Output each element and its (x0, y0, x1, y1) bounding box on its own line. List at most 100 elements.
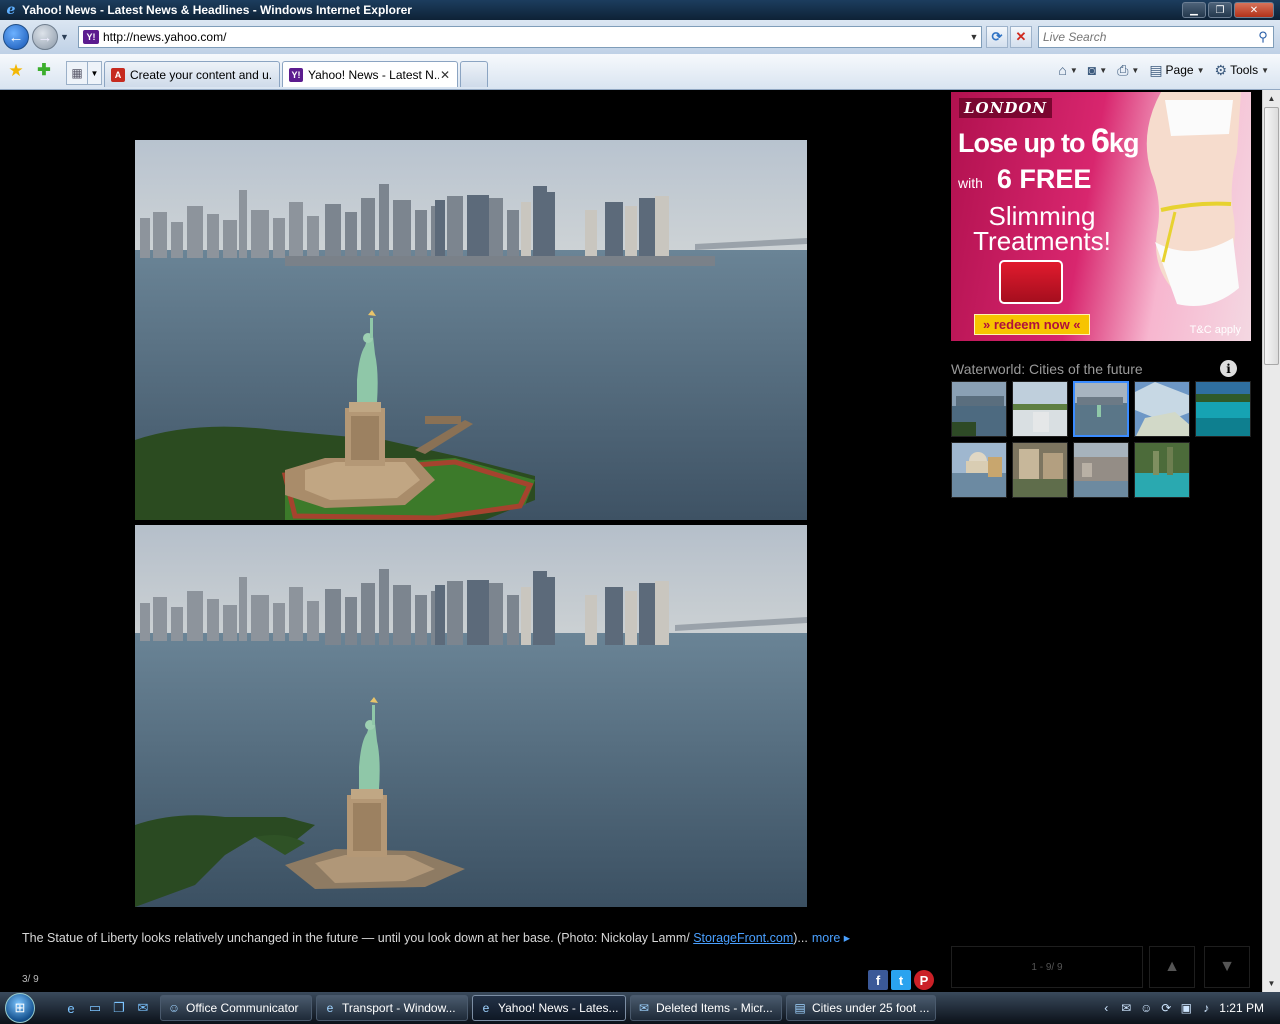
maximize-button[interactable]: ❐ (1208, 2, 1232, 18)
chevron-left-icon[interactable]: ‹ (1099, 1001, 1113, 1015)
search-input[interactable] (1039, 28, 1253, 46)
photo-present (135, 140, 807, 520)
vertical-scrollbar[interactable]: ▲ ▼ (1262, 90, 1280, 992)
address-bar[interactable]: Y! http://news.yahoo.com/ ▼ (78, 26, 982, 48)
address-dropdown-icon[interactable]: ▼ (967, 32, 981, 42)
photo-future-flooded (135, 525, 807, 907)
scrollbar-thumb[interactable] (1264, 107, 1279, 365)
favorites-star-icon[interactable]: ★ (6, 61, 26, 81)
address-url[interactable]: http://news.yahoo.com/ (103, 30, 967, 44)
taskbar-item-deleted-items[interactable]: ✉ Deleted Items - Micr... (630, 995, 782, 1021)
facebook-icon[interactable]: f (868, 970, 888, 990)
home-button[interactable]: ⌂ ▼ (1055, 62, 1080, 78)
search-box[interactable]: ⚲ (1038, 26, 1274, 48)
outlook-icon: ✉ (638, 1001, 650, 1015)
gallery-thumbnail[interactable] (1012, 442, 1068, 498)
quick-tabs-button[interactable]: ▦ (66, 61, 88, 85)
more-link[interactable]: more ▸ (812, 931, 850, 945)
tab-list-dropdown[interactable]: ▼ (88, 61, 102, 85)
gallery-pager-label: 1 - 9/ 9 (951, 946, 1143, 988)
search-icon[interactable]: ⚲ (1253, 29, 1273, 45)
switch-windows-icon[interactable]: ❐ (110, 999, 128, 1017)
scroll-up-icon[interactable]: ▲ (1263, 90, 1280, 107)
outlook-icon[interactable]: ✉ (134, 999, 152, 1017)
network-icon[interactable]: ▣ (1179, 1001, 1193, 1015)
share-buttons: f t P (868, 970, 934, 990)
navigation-bar: ← → ▼ Y! http://news.yahoo.com/ ▼ ⟳ ✕ ⚲ (0, 20, 1280, 54)
slide-counter: 3/ 9 (22, 974, 39, 985)
tools-menu[interactable]: ⚙ Tools ▼ (1212, 62, 1273, 79)
stop-icon: ✕ (1015, 29, 1027, 44)
adobe-icon: A (111, 67, 125, 82)
new-tab-button[interactable] (460, 61, 488, 87)
info-icon[interactable]: i (1220, 360, 1237, 377)
print-button[interactable]: ⎙ ▼ (1114, 62, 1142, 79)
twitter-icon[interactable]: t (891, 970, 911, 990)
page-content: The Statue of Liberty looks relatively u… (0, 90, 1262, 992)
taskbar-item-yahoo-news[interactable]: e Yahoo! News - Lates... (472, 995, 626, 1021)
gallery-thumbnail[interactable] (951, 442, 1007, 498)
ad-brand-logo: LONDON (959, 98, 1053, 118)
caption-ellipsis: )... (793, 931, 808, 945)
recent-pages-dropdown[interactable]: ▼ (60, 32, 72, 42)
gallery-thumbnail[interactable] (1134, 381, 1190, 437)
ad-subheadline: with 6 FREE (958, 164, 1092, 194)
back-button[interactable]: ← (3, 24, 29, 50)
feeds-button[interactable]: ◙ ▼ (1085, 62, 1110, 78)
volume-icon[interactable]: ♪ (1199, 1001, 1213, 1015)
storagefront-link[interactable]: StorageFront.com (693, 931, 793, 945)
tools-menu-label: Tools (1230, 63, 1259, 77)
forward-button[interactable]: → (32, 24, 58, 50)
photo-caption: The Statue of Liberty looks relatively u… (22, 930, 902, 945)
windows-logo-icon: ⊞ (5, 993, 35, 1023)
windows-taskbar: ⊞ e ▭ ❐ ✉ ☺ Office Communicator e Transpor… (0, 992, 1280, 1024)
stop-button[interactable]: ✕ (1010, 26, 1032, 48)
taskbar-item-transport[interactable]: e Transport - Window... (316, 995, 468, 1021)
gallery-thumbnail[interactable] (1134, 442, 1190, 498)
page-icon: ▤ (1149, 61, 1163, 78)
refresh-button[interactable]: ⟳ (986, 26, 1008, 48)
internet-explorer-icon[interactable]: e (62, 999, 80, 1017)
internet-explorer-icon: e (326, 1001, 334, 1015)
show-desktop-icon[interactable]: ▭ (86, 999, 104, 1017)
minimize-button[interactable]: ▁ (1182, 2, 1206, 18)
gallery-down-button[interactable]: ▼ (1204, 946, 1250, 988)
clock[interactable]: 1:21 PM (1219, 1001, 1264, 1015)
command-bar: ⌂ ▼ ◙ ▼ ⎙ ▼ ▤ Page ▼ ⚙ Tools ▼ (1055, 58, 1280, 82)
pinterest-icon[interactable]: P (914, 970, 934, 990)
gallery-thumbnail[interactable] (1012, 381, 1068, 437)
gallery-thumbnail-active[interactable] (1073, 381, 1129, 437)
gallery-thumbnail[interactable] (1195, 381, 1251, 437)
gallery-thumbnail[interactable] (951, 381, 1007, 437)
tab-yahoo-news[interactable]: Y! Yahoo! News - Latest N... ✕ (282, 61, 458, 87)
add-favorite-icon[interactable]: ✚ (34, 61, 54, 81)
triangle-up-icon: ▲ (1164, 958, 1180, 975)
sync-icon[interactable]: ⟳ (1159, 1001, 1173, 1015)
ad-tagline: Slimming Treatments! (973, 201, 1111, 256)
communicator-tray-icon[interactable]: ☺ (1139, 1001, 1153, 1015)
document-icon: ▤ (794, 1001, 806, 1015)
taskbar-item-office-communicator[interactable]: ☺ Office Communicator (160, 995, 312, 1021)
quick-launch: e ▭ ❐ ✉ (62, 999, 152, 1017)
close-window-button[interactable]: ✕ (1234, 2, 1274, 18)
tab-adobe[interactable]: A Create your content and u... (104, 61, 280, 87)
gallery-up-button[interactable]: ▲ (1149, 946, 1195, 988)
gallery-title: Waterworld: Cities of the future (951, 361, 1143, 377)
ad-product-image (999, 260, 1063, 304)
grid-icon: ▦ (71, 66, 83, 80)
outlook-tray-icon[interactable]: ✉ (1119, 1001, 1133, 1015)
taskbar-item-cities-under-25-foot[interactable]: ▤ Cities under 25 foot ... (786, 995, 936, 1021)
close-tab-icon[interactable]: ✕ (439, 68, 451, 82)
scroll-down-icon[interactable]: ▼ (1263, 975, 1280, 992)
gallery-thumbnail[interactable] (1073, 442, 1129, 498)
yahoo-favicon: Y! (83, 30, 99, 44)
page-menu[interactable]: ▤ Page ▼ (1146, 62, 1207, 79)
home-icon: ⌂ (1058, 62, 1067, 78)
ad-redeem-button[interactable]: » redeem now « (974, 314, 1090, 335)
tab-label: Yahoo! News - Latest N... (308, 67, 439, 82)
arrow-right-icon: → (37, 28, 53, 46)
start-button[interactable]: ⊞ (0, 992, 40, 1024)
advertisement-banner[interactable]: LONDON Lose up to 6kg with 6 FREE Slimmin… (951, 92, 1251, 341)
refresh-icon: ⟳ (991, 29, 1003, 44)
ad-model-image (1121, 92, 1251, 341)
